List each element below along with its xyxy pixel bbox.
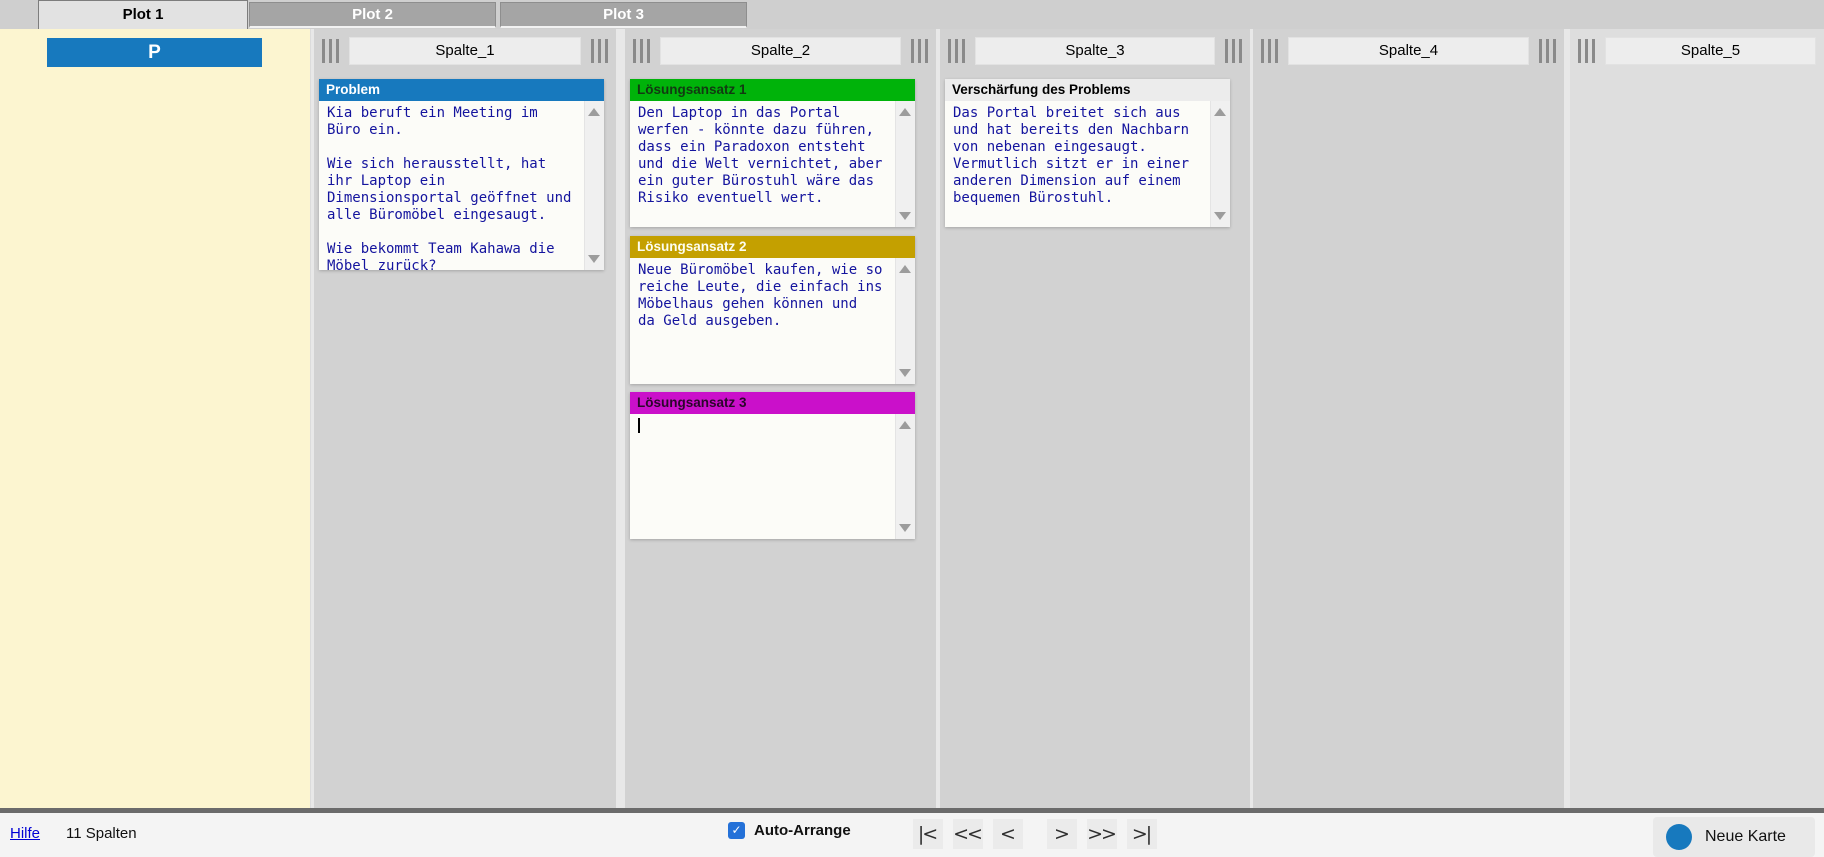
card-text-input[interactable] — [630, 414, 895, 539]
auto-arrange-label: Auto-Arrange — [754, 822, 851, 839]
card-text-input[interactable]: Den Laptop in das Portal werfen - könnte… — [630, 101, 895, 227]
new-card-label: Neue Karte — [1705, 828, 1786, 846]
column-grip-icon[interactable] — [633, 39, 650, 63]
column-header: Spalte_1 — [314, 29, 616, 65]
card-navigation: |< << < > >> >| — [913, 819, 1157, 849]
board-area: P Spalte_1 Spalte_2 Spalte_3 — [0, 29, 1824, 808]
card-scrollbar[interactable] — [895, 258, 915, 384]
side-panel: P — [0, 29, 311, 808]
column-grip-icon[interactable] — [1225, 39, 1242, 63]
card-body — [630, 414, 915, 539]
card-body: Kia beruft ein Meeting im Büro ein. Wie … — [319, 101, 604, 270]
auto-arrange-checkbox[interactable] — [728, 822, 745, 839]
column-grip-icon[interactable] — [1261, 39, 1278, 63]
card-scrollbar[interactable] — [1210, 101, 1230, 227]
help-link[interactable]: Hilfe — [10, 825, 40, 842]
column-title-input[interactable]: Spalte_5 — [1605, 37, 1816, 65]
scroll-up-icon[interactable] — [899, 421, 911, 429]
scroll-up-icon[interactable] — [899, 108, 911, 116]
card-body: Das Portal breitet sich aus und hat bere… — [945, 101, 1230, 227]
column-title-input[interactable]: Spalte_4 — [1288, 37, 1529, 65]
tab-plot-1[interactable]: Plot 1 — [38, 0, 248, 29]
tab-plot-3[interactable]: Plot 3 — [500, 2, 747, 28]
status-bar: Hilfe 11 Spalten Auto-Arrange |< << < > … — [0, 808, 1824, 857]
card-scrollbar[interactable] — [895, 414, 915, 539]
column-grip-icon[interactable] — [1539, 39, 1556, 63]
scroll-up-icon[interactable] — [899, 265, 911, 273]
scroll-down-icon[interactable] — [899, 524, 911, 532]
column-title-input[interactable]: Spalte_1 — [349, 37, 581, 65]
card-solution-3: Lösungsansatz 3 — [630, 392, 915, 539]
card-body: Neue Büromöbel kaufen, wie so reiche Leu… — [630, 258, 915, 384]
card-solution-2: Lösungsansatz 2 Neue Büromöbel kaufen, w… — [630, 236, 915, 384]
scroll-down-icon[interactable] — [899, 212, 911, 220]
column-spalte-5: Spalte_5 — [1570, 29, 1824, 808]
app-window: Plot 1 Plot 2 Plot 3 P Spalte_1 Spalte_2 — [0, 0, 1824, 857]
column-title-input[interactable]: Spalte_3 — [975, 37, 1215, 65]
column-spalte-4: Spalte_4 — [1253, 29, 1564, 808]
nav-fast-back-button[interactable]: << — [953, 819, 983, 849]
column-header: Spalte_4 — [1253, 29, 1564, 65]
card-text-input[interactable]: Kia beruft ein Meeting im Büro ein. Wie … — [319, 101, 584, 270]
new-card-button[interactable]: Neue Karte — [1653, 817, 1815, 857]
column-grip-icon[interactable] — [1578, 39, 1595, 63]
column-grip-icon[interactable] — [591, 39, 608, 63]
card-title[interactable]: Verschärfung des Problems — [945, 79, 1230, 101]
card-escalation: Verschärfung des Problems Das Portal bre… — [945, 79, 1230, 227]
column-header: Spalte_3 — [940, 29, 1250, 65]
card-title[interactable]: Lösungsansatz 3 — [630, 392, 915, 414]
card-body: Den Laptop in das Portal werfen - könnte… — [630, 101, 915, 227]
scroll-down-icon[interactable] — [588, 255, 600, 263]
text-caret — [638, 418, 640, 433]
nav-fast-forward-button[interactable]: >> — [1087, 819, 1117, 849]
tab-bar: Plot 1 Plot 2 Plot 3 — [0, 0, 1824, 29]
card-title[interactable]: Problem — [319, 79, 604, 101]
nav-back-button[interactable]: < — [993, 819, 1023, 849]
scroll-down-icon[interactable] — [1214, 212, 1226, 220]
nav-first-button[interactable]: |< — [913, 819, 943, 849]
column-grip-icon[interactable] — [322, 39, 339, 63]
card-scrollbar[interactable] — [895, 101, 915, 227]
nav-forward-button[interactable]: > — [1047, 819, 1077, 849]
column-count-label: 11 Spalten — [66, 825, 137, 842]
card-title[interactable]: Lösungsansatz 1 — [630, 79, 915, 101]
scroll-up-icon[interactable] — [588, 108, 600, 116]
tab-plot-2[interactable]: Plot 2 — [249, 2, 496, 28]
new-card-icon — [1666, 824, 1692, 850]
column-header: Spalte_5 — [1570, 29, 1824, 65]
scroll-down-icon[interactable] — [899, 369, 911, 377]
card-scrollbar[interactable] — [584, 101, 604, 270]
card-text-input[interactable]: Das Portal breitet sich aus und hat bere… — [945, 101, 1210, 227]
card-title[interactable]: Lösungsansatz 2 — [630, 236, 915, 258]
column-grip-icon[interactable] — [948, 39, 965, 63]
auto-arrange-control: Auto-Arrange — [728, 822, 851, 839]
scroll-up-icon[interactable] — [1214, 108, 1226, 116]
card-text-input[interactable]: Neue Büromöbel kaufen, wie so reiche Leu… — [630, 258, 895, 384]
card-problem: Problem Kia beruft ein Meeting im Büro e… — [319, 79, 604, 270]
card-solution-1: Lösungsansatz 1 Den Laptop in das Portal… — [630, 79, 915, 227]
column-header: Spalte_2 — [625, 29, 936, 65]
p-button[interactable]: P — [47, 38, 262, 67]
column-grip-icon[interactable] — [911, 39, 928, 63]
column-title-input[interactable]: Spalte_2 — [660, 37, 901, 65]
nav-last-button[interactable]: >| — [1127, 819, 1157, 849]
